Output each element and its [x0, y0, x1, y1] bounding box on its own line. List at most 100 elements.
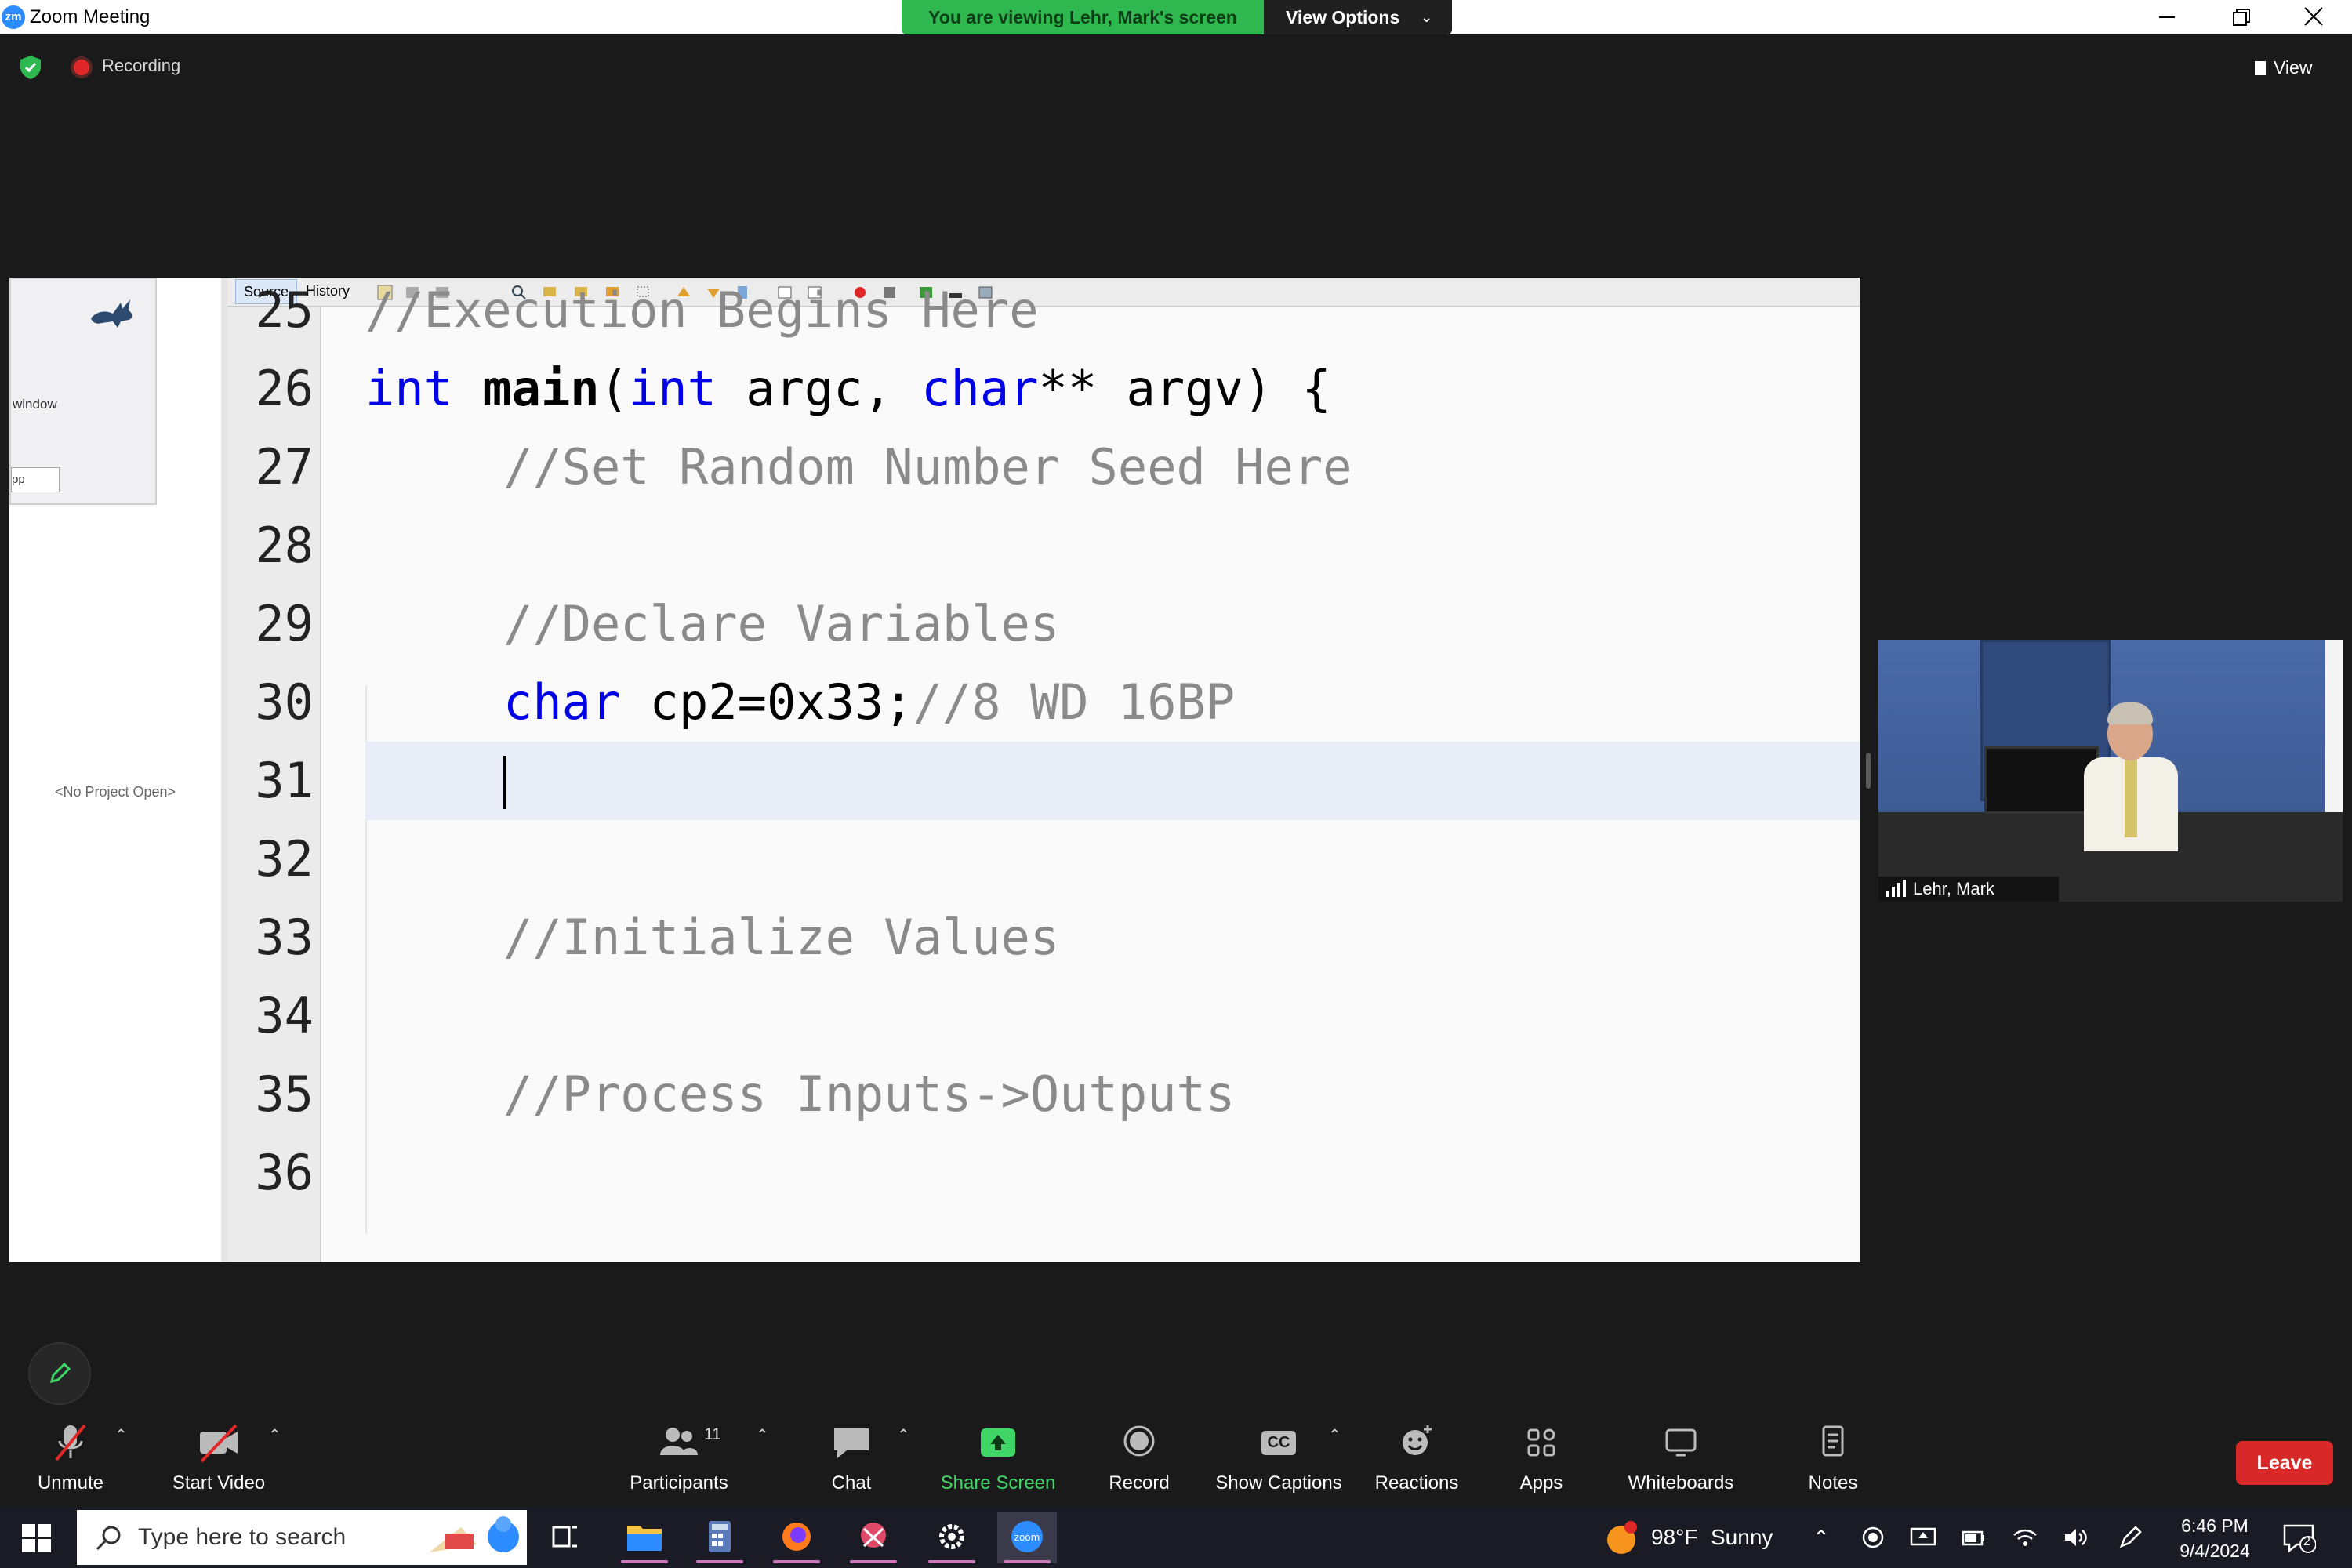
rabbit-logo-icon [91, 299, 132, 328]
reactions-button[interactable]: Reactions [1372, 1419, 1461, 1505]
restore-button[interactable] [2206, 0, 2277, 34]
keyword-token: char [503, 673, 621, 731]
video-options-caret-icon[interactable]: ⌃ [268, 1425, 281, 1445]
taskbar-clock[interactable]: 6:46 PM 9/4/2024 [2172, 1513, 2258, 1563]
code-token: cp2=0x33; [620, 673, 913, 731]
line-number: 27 [255, 438, 314, 495]
view-layout-icon [2255, 61, 2266, 75]
clock-time: 6:46 PM [2181, 1515, 2249, 1536]
keyword-token: int [365, 360, 453, 417]
code-line: 25 //Execution Begins Here [227, 278, 1860, 350]
show-captions-button[interactable]: CC Show Captions [1212, 1419, 1345, 1505]
annotate-button[interactable] [28, 1342, 91, 1405]
view-options-label: View Options [1286, 7, 1400, 27]
code-comment: //8 WD 16BP [913, 673, 1236, 731]
file-explorer-app[interactable] [615, 1512, 674, 1563]
calculator-icon [709, 1521, 731, 1552]
view-button[interactable]: View [2255, 52, 2333, 83]
code-line: 31 [227, 742, 321, 820]
code-line: 30 char cp2=0x33;//8 WD 16BP [227, 663, 1860, 742]
start-video-button[interactable]: Start Video [168, 1419, 270, 1505]
whiteboards-label: Whiteboards [1628, 1472, 1734, 1494]
recording-label: Recording [102, 56, 181, 75]
firefox-app[interactable] [767, 1512, 826, 1563]
participant-video-tile[interactable]: Lehr, Mark [1878, 640, 2343, 902]
video-monitor [1984, 746, 2099, 814]
app-running-indicator [621, 1560, 668, 1563]
display-tray-icon[interactable] [1910, 1526, 1936, 1549]
participant-name: Lehr, Mark [1913, 879, 1994, 898]
taskbar-search-box[interactable]: Type here to search [77, 1510, 527, 1565]
start-video-label: Start Video [172, 1472, 266, 1494]
code-editor[interactable]: Source History 25 //Execution Begins Her… [227, 278, 1860, 1262]
recording-dot-icon [74, 60, 89, 75]
weather-temperature[interactable]: 98°F [1651, 1507, 1697, 1568]
code-line: 35 //Process Inputs->Outputs [227, 1055, 1860, 1134]
windows-start-icon[interactable] [22, 1523, 53, 1554]
whiteboards-button[interactable]: Whiteboards [1620, 1419, 1742, 1505]
close-icon [2304, 7, 2323, 26]
zoom-icon: zoom [1011, 1521, 1043, 1552]
line-number: 33 [255, 909, 314, 966]
view-options-button[interactable]: View Options ⌄ [1264, 0, 1452, 34]
minimize-button[interactable] [2132, 0, 2203, 34]
chat-bubble-icon [834, 1428, 869, 1458]
battery-icon[interactable] [1960, 1526, 1987, 1549]
closed-captions-icon: CC [1255, 1419, 1302, 1466]
app-running-indicator [696, 1560, 743, 1563]
code-line: 32 [227, 820, 1860, 898]
code-line: 33 //Initialize Values [227, 898, 1860, 977]
show-hidden-icons-chevron-icon[interactable]: ⌃ [1813, 1507, 1830, 1568]
app-field[interactable]: pp [11, 467, 60, 492]
chat-options-caret-icon[interactable]: ⌃ [897, 1425, 910, 1445]
pen-tray-icon[interactable] [2117, 1524, 2143, 1551]
share-screen-button[interactable]: Share Screen [939, 1419, 1057, 1505]
gear-icon [939, 1524, 964, 1549]
video-off-icon [200, 1424, 238, 1463]
notification-center-button[interactable]: 2 [2281, 1521, 2317, 1554]
whiteboard-icon [1665, 1428, 1697, 1457]
settings-app[interactable] [922, 1512, 982, 1563]
calculator-app[interactable] [690, 1512, 750, 1563]
volume-icon[interactable] [2062, 1526, 2089, 1549]
audio-options-caret-icon[interactable]: ⌃ [114, 1425, 128, 1445]
line-number: 25 [255, 281, 314, 339]
line-number: 35 [255, 1065, 314, 1123]
chat-button[interactable]: Chat [820, 1419, 883, 1505]
task-view-icon[interactable] [535, 1512, 594, 1563]
security-shield-icon[interactable] [19, 55, 42, 80]
view-label: View [2274, 57, 2313, 78]
code-line: 29 //Declare Variables [227, 585, 1860, 663]
search-icon [96, 1526, 121, 1551]
unmute-button[interactable]: Unmute [31, 1419, 110, 1505]
line-number: 26 [255, 360, 314, 417]
weather-description[interactable]: Sunny [1711, 1507, 1773, 1568]
participants-icon [660, 1428, 698, 1455]
code-text: char cp2=0x33;//8 WD 16BP [503, 663, 1235, 742]
clock-date: 9/4/2024 [2180, 1541, 2250, 1561]
text-cursor [503, 756, 506, 809]
share-screen-label: Share Screen [940, 1472, 1056, 1494]
weather-sun-icon[interactable] [1604, 1519, 1642, 1557]
participant-name-bar: Lehr, Mark [1878, 877, 2059, 902]
leave-meeting-button[interactable]: Leave [2236, 1441, 2333, 1485]
close-window-button[interactable] [2278, 0, 2349, 34]
apps-button[interactable]: Apps [1510, 1419, 1573, 1505]
function-name-token: main [482, 360, 600, 417]
captions-options-caret-icon[interactable]: ⌃ [1328, 1425, 1341, 1445]
record-tray-icon[interactable] [1861, 1526, 1885, 1549]
notes-button[interactable]: Notes [1802, 1419, 1864, 1505]
share-screen-icon [981, 1428, 1015, 1457]
participants-options-caret-icon[interactable]: ⌃ [756, 1425, 769, 1445]
ide-start-card: window pp [9, 278, 157, 505]
snipping-tool-app[interactable] [844, 1512, 903, 1563]
wifi-icon[interactable] [2012, 1526, 2038, 1549]
restore-icon [2233, 9, 2250, 26]
app-running-indicator [928, 1560, 975, 1563]
record-icon [1123, 1425, 1155, 1457]
record-button[interactable]: Record [1104, 1419, 1174, 1505]
panel-resize-handle[interactable] [1866, 753, 1871, 789]
zoom-app[interactable]: zoom [997, 1512, 1057, 1563]
search-highlight-illustration-icon [430, 1516, 519, 1552]
zoom-icon-label: zoom [1014, 1532, 1040, 1543]
